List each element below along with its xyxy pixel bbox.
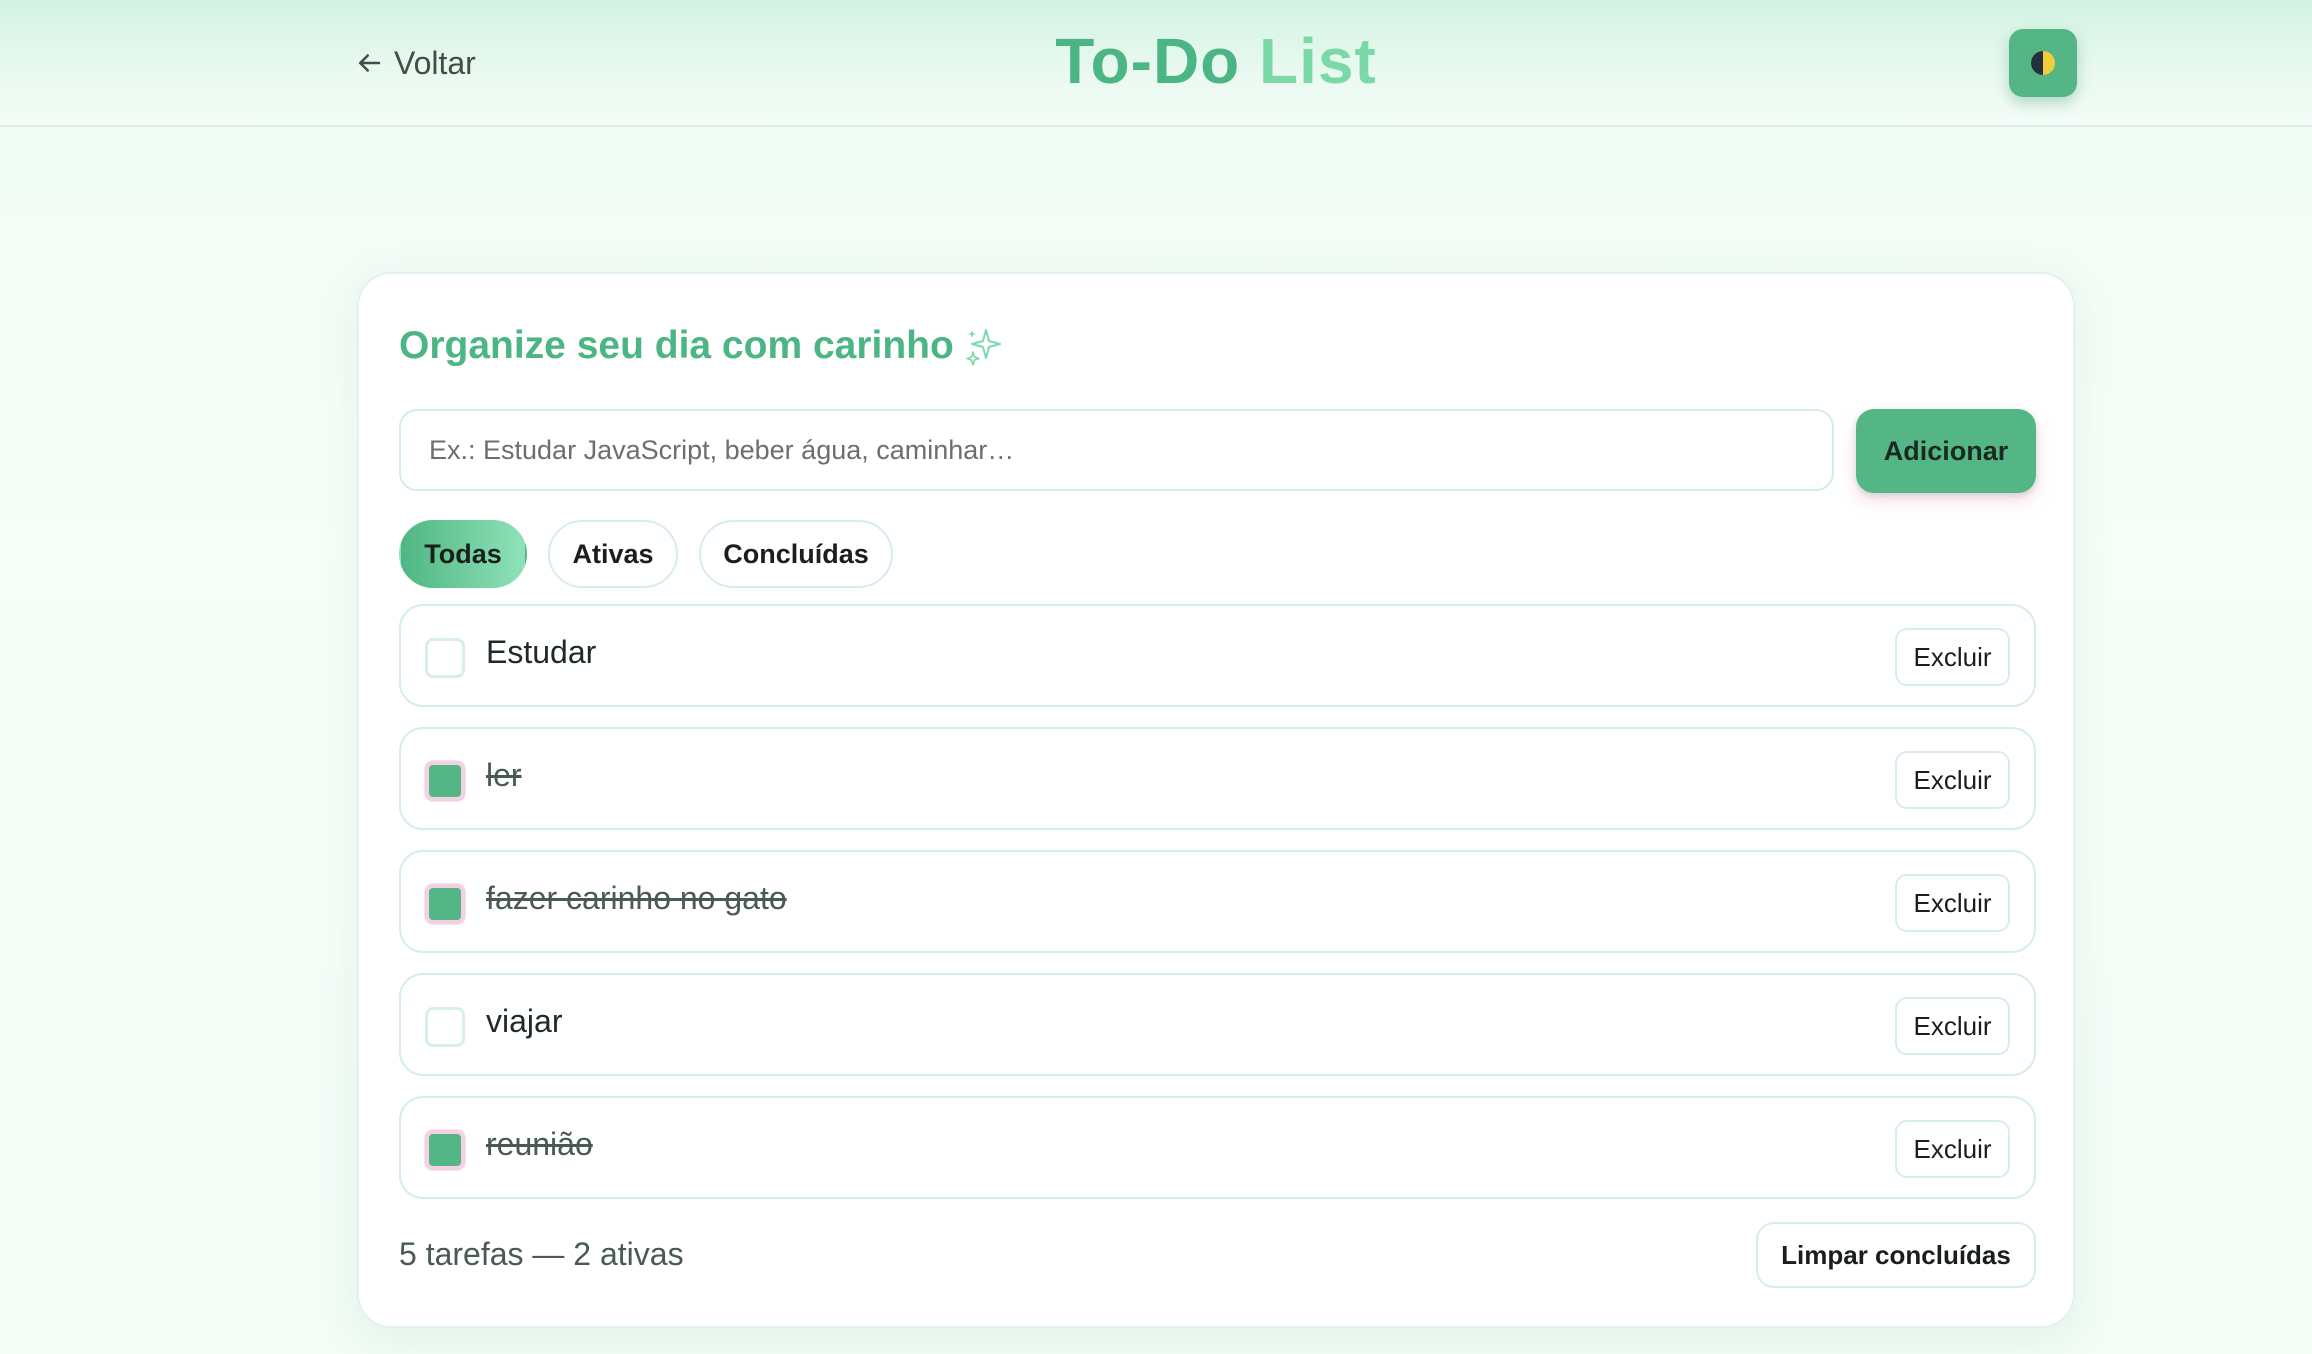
- task-item: reunião Excluir: [399, 1096, 2036, 1199]
- half-moon-icon: [2031, 51, 2055, 75]
- task-checkbox[interactable]: [425, 1130, 465, 1170]
- title-part-2: List: [1259, 25, 1377, 97]
- add-task-button[interactable]: Adicionar: [1856, 409, 2036, 493]
- filter-all[interactable]: Todas: [399, 520, 527, 588]
- task-checkbox[interactable]: [425, 761, 465, 801]
- delete-task-button[interactable]: Excluir: [1895, 874, 2010, 932]
- task-checkbox[interactable]: [425, 884, 465, 924]
- task-checkbox[interactable]: [425, 638, 465, 678]
- page-title: To-Do List: [0, 24, 2312, 98]
- clear-completed-button[interactable]: Limpar concluídas: [1756, 1222, 2036, 1288]
- task-text: ler: [486, 757, 522, 793]
- subtitle-text: Organize seu dia com carinho: [399, 324, 954, 367]
- title-part-1: To-Do: [1055, 25, 1241, 97]
- filter-completed[interactable]: Concluídas: [699, 520, 893, 588]
- card-subtitle: Organize seu dia com carinho: [399, 324, 1004, 368]
- todo-card: Organize seu dia com carinho Adicionar T…: [357, 272, 2075, 1328]
- delete-task-button[interactable]: Excluir: [1895, 1120, 2010, 1178]
- sparkles-icon: [966, 329, 1001, 366]
- task-item: Estudar Excluir: [399, 604, 2036, 707]
- task-checkbox[interactable]: [425, 1007, 465, 1047]
- filter-active[interactable]: Ativas: [548, 520, 678, 588]
- delete-task-button[interactable]: Excluir: [1895, 997, 2010, 1055]
- task-item: ler Excluir: [399, 727, 2036, 830]
- task-input[interactable]: [399, 409, 1834, 491]
- task-text: viajar: [486, 1003, 563, 1039]
- task-summary: 5 tarefas — 2 ativas: [399, 1236, 684, 1272]
- task-text: Estudar: [486, 634, 597, 670]
- delete-task-button[interactable]: Excluir: [1895, 751, 2010, 809]
- task-item: fazer carinho no gato Excluir: [399, 850, 2036, 953]
- delete-task-button[interactable]: Excluir: [1895, 628, 2010, 686]
- task-item: viajar Excluir: [399, 973, 2036, 1076]
- task-text: reunião: [486, 1126, 593, 1162]
- theme-toggle-button[interactable]: [2009, 29, 2077, 97]
- app-header: Voltar To-Do List: [0, 0, 2312, 127]
- task-text: fazer carinho no gato: [486, 880, 787, 916]
